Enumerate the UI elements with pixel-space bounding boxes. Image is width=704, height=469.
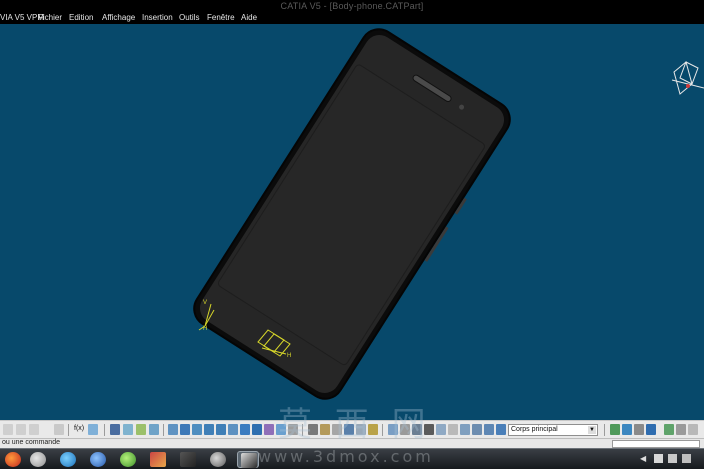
lightning-icon: [90, 452, 106, 467]
apply-material-icon[interactable]: [646, 424, 656, 435]
flag-icon[interactable]: [654, 454, 663, 463]
pattern-icon[interactable]: [484, 424, 494, 435]
menu-insertion[interactable]: Insertion: [142, 13, 173, 22]
svg-text:V: V: [203, 300, 207, 306]
knowledge-icon[interactable]: [136, 424, 146, 435]
network-icon[interactable]: [682, 454, 691, 463]
undo-icon[interactable]: [16, 424, 26, 435]
analysis-icon[interactable]: [622, 424, 632, 435]
phone-model[interactable]: [187, 24, 520, 408]
menu-bar: VIA V5 VPM Fichier Edition Affichage Ins…: [0, 12, 704, 24]
zoom-out-icon[interactable]: [216, 424, 226, 435]
firefox-icon: [5, 452, 21, 467]
watermark-chinese: 莫 西 网: [278, 405, 432, 445]
measure-icon[interactable]: [123, 424, 133, 435]
reference-icon[interactable]: [634, 424, 644, 435]
menu-fichier[interactable]: Fichier: [38, 13, 62, 22]
menu-edition[interactable]: Edition: [69, 13, 93, 22]
rotate-icon[interactable]: [192, 424, 202, 435]
catia-icon: [30, 452, 46, 467]
utorrent-icon: [120, 452, 136, 467]
shading-icon[interactable]: [264, 424, 274, 435]
taskbar-app-itunes[interactable]: [57, 451, 79, 468]
tray-arrow-icon[interactable]: ◀: [640, 454, 649, 463]
itunes-icon: [60, 452, 76, 467]
window-title: CATIA V5 - [Body-phone.CATPart]: [280, 1, 424, 11]
toolbar-separator: [68, 424, 69, 436]
menu-outils[interactable]: Outils: [179, 13, 199, 22]
normal-view-icon[interactable]: [228, 424, 238, 435]
constraint-icon[interactable]: [664, 424, 674, 435]
photos-icon: [150, 452, 166, 467]
mirror-icon[interactable]: [472, 424, 482, 435]
active-window-icon: [241, 453, 257, 468]
fit-all-icon[interactable]: [168, 424, 178, 435]
viewport-canvas: V H H: [187, 24, 704, 408]
taskbar-app-photos[interactable]: [147, 451, 169, 468]
thickness-icon[interactable]: [436, 424, 446, 435]
start-button[interactable]: [2, 451, 24, 468]
toolbar-separator: [163, 424, 164, 436]
compass-icon[interactable]: [671, 61, 704, 95]
svg-text:H: H: [287, 353, 291, 359]
system-tray: ◀: [640, 453, 700, 465]
more-icon[interactable]: [688, 424, 698, 435]
command-hint: ou une commande: [2, 439, 60, 446]
translate-icon[interactable]: [460, 424, 470, 435]
body-select-value: Corps principal: [511, 426, 558, 433]
title-bar: CATIA V5 - [Body-phone.CATPart]: [0, 0, 704, 12]
thread-icon[interactable]: [448, 424, 458, 435]
taskbar-active-window[interactable]: [237, 451, 259, 468]
catia-v5-icon: [210, 452, 226, 467]
taskbar-app-utorrent[interactable]: [117, 451, 139, 468]
comment-icon[interactable]: [88, 424, 98, 435]
toolbar-separator: [604, 424, 605, 436]
help-icon[interactable]: [54, 424, 64, 435]
catalog-icon[interactable]: [110, 424, 120, 435]
volume-icon[interactable]: [668, 454, 677, 463]
zoom-in-icon[interactable]: [204, 424, 214, 435]
arrow-icon[interactable]: [3, 424, 13, 435]
multi-view-icon[interactable]: [240, 424, 250, 435]
pan-icon[interactable]: [180, 424, 190, 435]
taskbar-app-lightning[interactable]: [87, 451, 109, 468]
chevron-down-icon: ▼: [588, 426, 596, 434]
body-select[interactable]: Corps principal ▼: [508, 424, 598, 436]
menu-fenetre[interactable]: Fenêtre: [207, 13, 235, 22]
menu-aide[interactable]: Aide: [241, 13, 257, 22]
catia-application: CATIA V5 - [Body-phone.CATPart] VIA V5 V…: [0, 0, 704, 469]
update-icon[interactable]: [676, 424, 686, 435]
taskbar-app-media[interactable]: [177, 451, 199, 468]
redo-icon[interactable]: [29, 424, 39, 435]
watermark-url: www.3dmox.com: [258, 447, 434, 466]
taskbar-app-catia-v5[interactable]: [207, 451, 229, 468]
3d-viewport[interactable]: V H H: [0, 24, 704, 420]
iso-view-icon[interactable]: [252, 424, 262, 435]
toolbar-separator: [104, 424, 105, 436]
media-icon: [180, 452, 196, 467]
command-input[interactable]: [612, 440, 700, 448]
menu-affichage[interactable]: Affichage: [102, 13, 135, 22]
surface-icon[interactable]: [610, 424, 620, 435]
svg-text:H: H: [203, 326, 207, 332]
formula-button[interactable]: f(x): [74, 425, 84, 432]
taskbar-app-catia[interactable]: [27, 451, 49, 468]
tree-icon[interactable]: [149, 424, 159, 435]
part-body-icon[interactable]: [496, 424, 506, 435]
